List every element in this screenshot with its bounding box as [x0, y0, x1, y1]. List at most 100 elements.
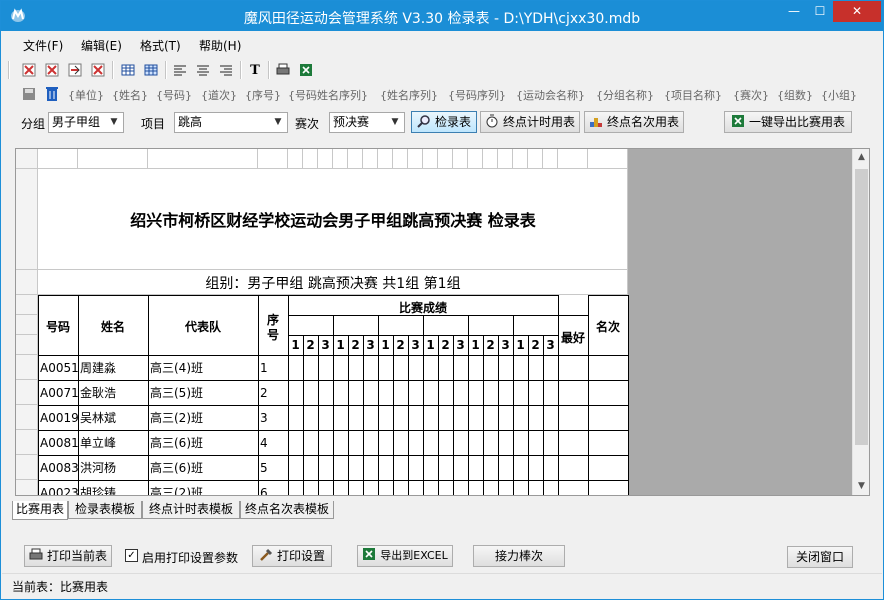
menu-file[interactable]: 文件(F): [23, 37, 63, 54]
toolbar-separator: [165, 61, 167, 79]
field-round[interactable]: {赛次}: [733, 87, 769, 103]
excel-icon[interactable]: [298, 62, 314, 78]
attempt-label: 3: [321, 338, 330, 352]
font-icon[interactable]: T: [247, 62, 263, 78]
field-number[interactable]: {号码}: [156, 87, 192, 103]
cell-team: 高三(6)班: [150, 436, 203, 450]
field-number-seq[interactable]: {号码序列}: [448, 87, 506, 103]
delete-row-icon[interactable]: [44, 62, 60, 78]
round-label: 赛次: [295, 117, 320, 131]
col-header-team: 代表队: [184, 320, 221, 334]
grid-icon[interactable]: [120, 62, 136, 78]
finish-ranking-sheet-button[interactable]: 终点名次用表: [584, 111, 684, 133]
printer-icon: [29, 548, 43, 560]
delete-column-icon[interactable]: [90, 62, 106, 78]
field-group-name[interactable]: {分组名称}: [596, 87, 654, 103]
menu-format[interactable]: 格式(T): [140, 37, 181, 54]
tab-ranking-template[interactable]: 终点名次表模板: [240, 501, 334, 519]
sheet-margin-area: [628, 149, 854, 495]
checkin-sheet-button[interactable]: 检录表: [411, 111, 477, 133]
menu-bar: 文件(F) 编辑(E) 格式(T) 帮助(H): [2, 32, 882, 56]
field-unit[interactable]: {单位}: [68, 87, 104, 103]
col-header-results: 比赛成绩: [398, 301, 447, 315]
bottom-bar: 打印当前表 ✓ 启用打印设置参数 打印设置 导出到EXCEL 接力棒次 关闭窗口: [2, 541, 882, 571]
cell-order: 2: [260, 386, 268, 400]
report-subtitle: 组别：男子甲组 跳高预决赛 共1组 第1组: [205, 276, 461, 292]
table-icon[interactable]: [143, 62, 159, 78]
excel-icon: [731, 115, 744, 127]
field-order[interactable]: {序号}: [245, 87, 281, 103]
attempt-label: 1: [516, 338, 525, 352]
tab-match-sheet[interactable]: 比赛用表: [12, 501, 68, 520]
save-icon[interactable]: [21, 86, 37, 102]
toolbar-separator: [240, 61, 242, 79]
report-sheet[interactable]: 绍兴市柯桥区财经学校运动会男子甲组跳高预决赛 检录表 组别：男子甲组 跳高预决赛…: [15, 148, 870, 496]
tab-checkin-template[interactable]: 检录表模板: [68, 501, 142, 519]
group-select[interactable]: 男子甲组 ▼: [48, 112, 124, 133]
close-window-button[interactable]: ✕: [833, 1, 881, 22]
round-select[interactable]: 预决赛 ▼: [329, 112, 405, 133]
attempt-label: 2: [396, 338, 405, 352]
close-window-bottom-button[interactable]: 关闭窗口: [787, 546, 853, 568]
sheet-tabs: 比赛用表 检录表模板 终点计时表模板 终点名次表模板: [12, 501, 342, 520]
export-all-sheets-button[interactable]: 一键导出比赛用表: [724, 111, 852, 133]
format-toolbar: T: [2, 58, 882, 82]
cell-name: 金耿浩: [80, 386, 117, 400]
cell-number: A0071: [40, 386, 78, 400]
maximize-button[interactable]: ☐: [807, 1, 833, 22]
field-meet-name[interactable]: {运动会名称}: [516, 87, 585, 103]
col-header-number: 号码: [45, 320, 70, 334]
menu-help[interactable]: 帮助(H): [199, 37, 241, 54]
cell-number: A0023: [40, 486, 78, 496]
finish-timing-sheet-button[interactable]: 终点计时用表: [480, 111, 580, 133]
tab-timing-template[interactable]: 终点计时表模板: [142, 501, 240, 519]
align-right-icon[interactable]: [218, 62, 234, 78]
resize-grip-icon[interactable]: ⋰: [12, 578, 880, 597]
checkin-sheet-label: 检录表: [434, 115, 471, 129]
minimize-button[interactable]: —: [781, 1, 807, 22]
delete-icon[interactable]: [44, 86, 60, 102]
cell-order: 3: [260, 411, 268, 425]
toolbar-separator: [112, 61, 114, 79]
podium-icon: [589, 118, 602, 127]
cell-name: 胡珍铸: [80, 486, 117, 496]
main-window: 魔风田径运动会管理系统 V3.30 检录表 - D:\YDH\cjxx30.md…: [0, 0, 884, 600]
group-label: 分组: [21, 117, 46, 131]
tools-icon: [260, 548, 273, 561]
attempt-label: 1: [336, 338, 345, 352]
field-name-seq[interactable]: {姓名序列}: [380, 87, 438, 103]
field-number-name-seq[interactable]: {号码姓名序列}: [288, 87, 368, 103]
field-heat[interactable]: {小组}: [821, 87, 857, 103]
export-excel-button[interactable]: 导出到EXCEL: [357, 545, 453, 567]
event-select[interactable]: 跳高 ▼: [174, 112, 288, 133]
cell-number: A0081: [40, 436, 78, 450]
cell-number: A0083: [40, 461, 78, 475]
attempt-label: 1: [381, 338, 390, 352]
print-current-button[interactable]: 打印当前表: [24, 545, 112, 567]
relay-order-button[interactable]: 接力棒次: [473, 545, 565, 567]
export-excel-label: 导出到EXCEL: [380, 549, 448, 562]
filter-bar: 分组 男子甲组 ▼ 项目 跳高 ▼ 赛次 预决赛 ▼ 检录表 终点计时用表 终点名次用…: [2, 108, 882, 138]
attempt-label: 3: [366, 338, 375, 352]
field-lane[interactable]: {道次}: [201, 87, 237, 103]
scroll-up-icon[interactable]: ▲: [853, 149, 869, 166]
insert-row-icon[interactable]: [21, 62, 37, 78]
excel-icon: [363, 548, 376, 560]
print-settings-label: 打印设置: [276, 549, 325, 563]
scroll-down-icon[interactable]: ▼: [853, 478, 869, 495]
enable-print-settings-label[interactable]: 启用打印设置参数: [142, 549, 238, 566]
field-group-count[interactable]: {组数}: [777, 87, 813, 103]
align-center-icon[interactable]: [195, 62, 211, 78]
scroll-thumb[interactable]: [855, 169, 868, 445]
insert-column-icon[interactable]: [67, 62, 83, 78]
finish-ranking-label: 终点名次用表: [606, 115, 679, 129]
align-left-icon[interactable]: [172, 62, 188, 78]
stopwatch-icon: [486, 114, 498, 128]
menu-edit[interactable]: 编辑(E): [81, 37, 122, 54]
field-name[interactable]: {姓名}: [112, 87, 148, 103]
field-event-name[interactable]: {项目名称}: [664, 87, 722, 103]
vertical-scrollbar[interactable]: ▲ ▼: [852, 149, 869, 495]
enable-print-settings-checkbox[interactable]: ✓: [125, 549, 138, 562]
print-settings-button[interactable]: 打印设置: [252, 545, 332, 567]
print-icon[interactable]: [275, 62, 291, 78]
